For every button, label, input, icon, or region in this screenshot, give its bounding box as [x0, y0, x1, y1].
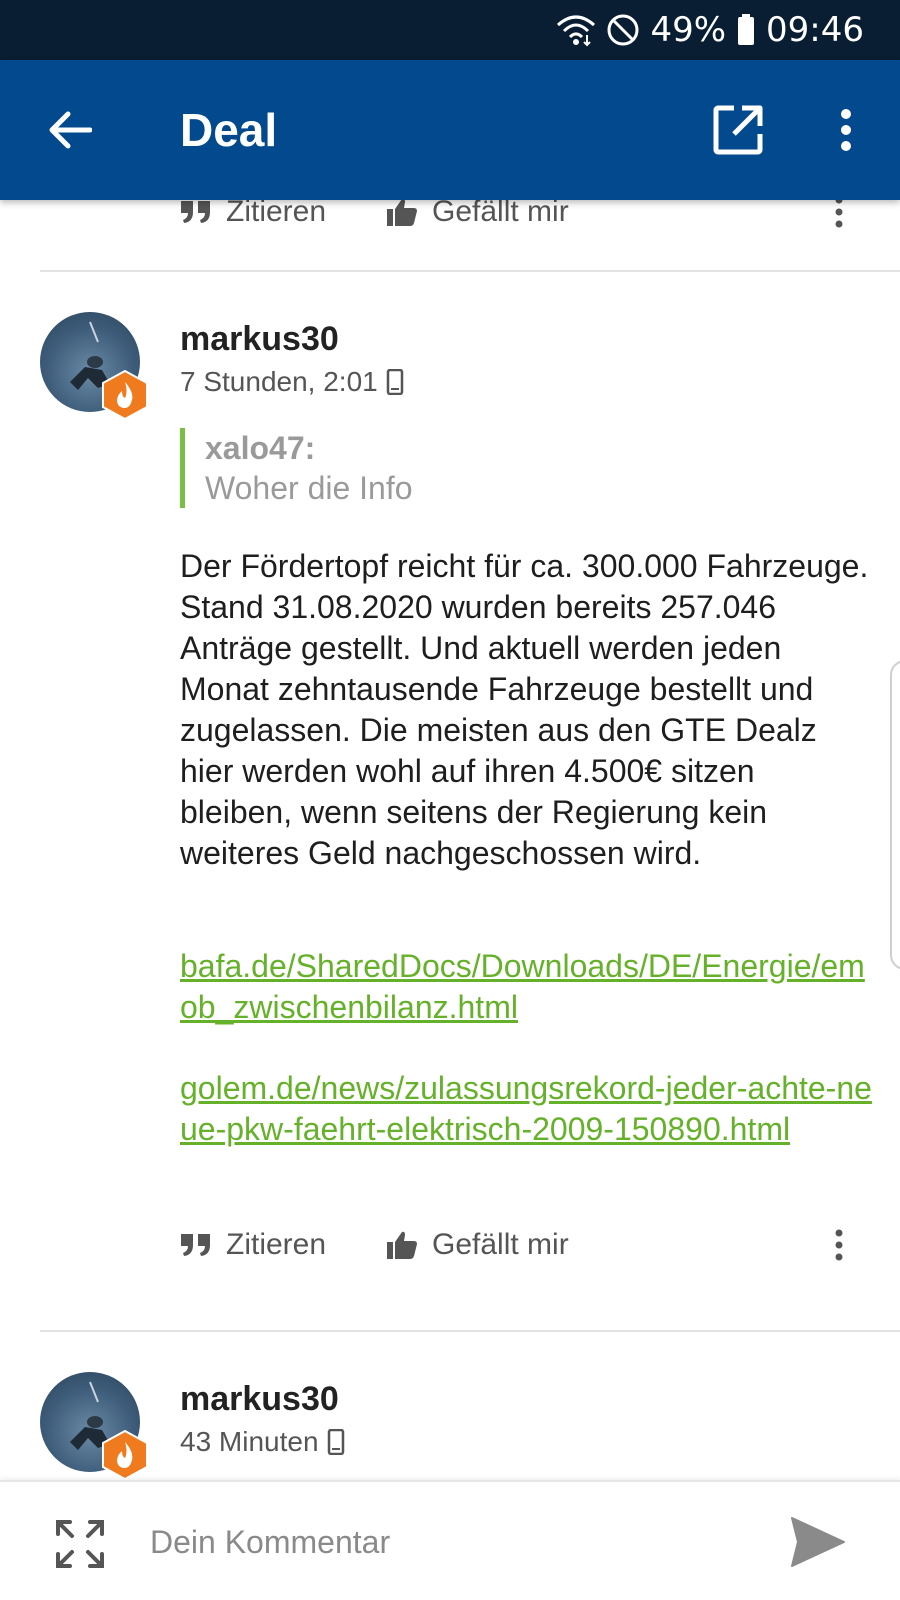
battery-icon [736, 13, 756, 47]
comment-actions: Zitieren Gefällt mir [180, 200, 860, 232]
quote-label: Zitieren [226, 1228, 327, 1261]
more-options-button[interactable] [822, 100, 870, 160]
comment-meta: 43 Minuten [180, 1426, 345, 1458]
link-bafa[interactable]: bafa.de/SharedDocs/Downloads/DE/Energie/… [180, 946, 880, 1028]
thumbs-up-icon [387, 1231, 417, 1259]
comment-meta: 7 Stunden, 2:01 [180, 366, 404, 398]
scroll-handle[interactable] [890, 660, 900, 970]
comment-time: 7 Stunden, 2:01 [180, 366, 378, 397]
more-vertical-icon [835, 200, 843, 228]
send-button[interactable] [790, 1516, 846, 1568]
quote-icon [181, 201, 210, 223]
app-bar: Deal [0, 60, 900, 200]
send-icon [791, 1517, 845, 1567]
more-vertical-icon [841, 109, 851, 151]
comment-body: Der Fördertopf reicht für ca. 300.000 Fa… [180, 548, 869, 871]
back-button[interactable] [40, 100, 100, 160]
expand-icon [56, 1520, 104, 1568]
quoted-comment: xalo47: Woher die Info [180, 428, 740, 508]
mobile-phone-icon [386, 369, 403, 395]
comment-author[interactable]: markus30 [180, 320, 339, 359]
like-label: Gefällt mir [432, 1228, 569, 1261]
comment-more-button[interactable] [824, 200, 854, 232]
status-bar: 49% 09:46 [0, 0, 900, 60]
comment-actions: Zitieren Gefällt mir [180, 1225, 860, 1265]
comment-author[interactable]: markus30 [180, 1380, 339, 1419]
comment-bar [0, 1480, 900, 1600]
avatar[interactable] [40, 312, 148, 420]
thumbs-up-icon [387, 200, 417, 226]
arrow-left-icon [49, 111, 92, 149]
quote-icon [181, 1234, 210, 1256]
avatar[interactable] [40, 1372, 148, 1480]
quote-author: xalo47: [205, 430, 316, 466]
quote-button[interactable]: Zitieren [180, 200, 326, 229]
battery-percent: 49% [650, 10, 727, 50]
like-button[interactable]: Gefällt mir [386, 1228, 569, 1262]
open-external-button[interactable] [710, 102, 766, 158]
do-not-disturb-icon [606, 13, 640, 47]
expand-button[interactable] [54, 1518, 106, 1570]
open-external-icon [713, 105, 763, 155]
fire-badge-icon [102, 370, 148, 420]
link-golem[interactable]: golem.de/news/zulassungsrekord-jeder-ach… [180, 1068, 880, 1150]
divider [40, 270, 900, 272]
status-indicators: 49% 09:46 [556, 10, 864, 50]
quote-button[interactable]: Zitieren [180, 1228, 326, 1262]
mobile-phone-icon [327, 1429, 344, 1455]
like-button[interactable]: Gefällt mir [386, 200, 569, 229]
comment-time: 43 Minuten [180, 1426, 319, 1457]
quote-label: Zitieren [226, 200, 327, 228]
comment-more-button[interactable] [824, 1225, 854, 1265]
wifi-icon [556, 13, 596, 47]
clock: 09:46 [766, 10, 864, 50]
fire-badge-icon [102, 1430, 148, 1480]
comment-input[interactable] [150, 1512, 750, 1572]
more-vertical-icon [835, 1229, 843, 1261]
divider [40, 1330, 900, 1332]
comment-feed[interactable]: Zitieren Gefällt mir markus30 7 Stunden,… [0, 200, 900, 1480]
quote-text: Woher die Info [205, 470, 413, 506]
page-title: Deal [180, 104, 278, 156]
like-label: Gefällt mir [432, 200, 569, 228]
